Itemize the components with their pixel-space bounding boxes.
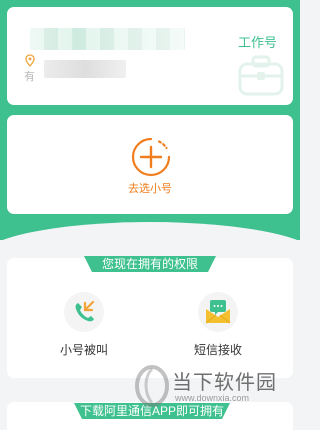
sms-envelope-icon (198, 292, 238, 332)
watermark-logo-icon (135, 365, 169, 407)
watermark-url: www.downxia.com (175, 393, 250, 403)
choose-number-label[interactable]: 去选小号 (0, 180, 300, 196)
briefcase-watermark-icon (238, 55, 284, 96)
blurred-phone-number (30, 28, 185, 50)
watermark-brand: 当下软件园 (172, 372, 277, 394)
work-number-label[interactable]: 工作号 (238, 32, 277, 51)
add-circle-icon[interactable] (130, 136, 172, 178)
permissions-title: 您现在拥有的权限 (101, 257, 198, 271)
location-pin-icon (25, 54, 35, 67)
location-prefix: 有 (24, 71, 35, 83)
permissions-card (7, 258, 293, 378)
blurred-location-text (44, 60, 126, 78)
permission-label-incoming-call: 小号被叫 (59, 343, 108, 357)
phone-call-icon (64, 292, 104, 332)
permission-label-sms-receive: 短信接收 (193, 343, 242, 357)
